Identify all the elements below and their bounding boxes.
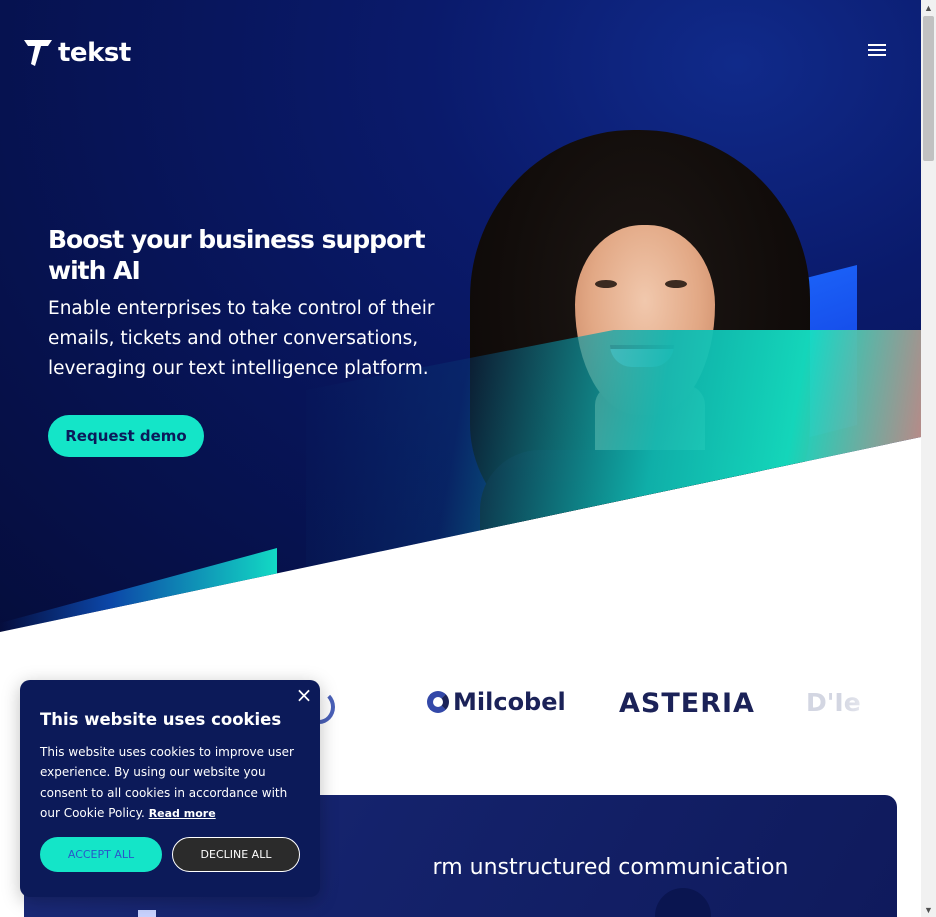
- close-icon[interactable]: ×: [295, 685, 313, 705]
- platform-chart-icon: [655, 888, 711, 917]
- hamburger-menu-icon[interactable]: [868, 44, 886, 58]
- client-logo-label: ASTERIA: [619, 688, 755, 719]
- brand-logo[interactable]: tekst: [24, 38, 131, 68]
- scrollbar-thumb[interactable]: [923, 16, 934, 161]
- client-logo-milcobel: Milcobel: [427, 688, 566, 716]
- client-logo-label: Milcobel: [453, 688, 566, 716]
- hero-subtitle: Enable enterprises to take control of th…: [48, 298, 435, 379]
- scroll-down-arrow-icon[interactable]: ▼: [921, 902, 936, 917]
- request-demo-button[interactable]: Request demo: [48, 415, 204, 457]
- page: tekst Boost your business support with A…: [0, 0, 921, 917]
- accept-all-button[interactable]: ACCEPT ALL: [40, 837, 162, 872]
- brand-logo-text: tekst: [58, 38, 131, 68]
- menu-line: [868, 54, 886, 56]
- client-logo-asteria: ASTERIA: [619, 688, 755, 719]
- milcobel-swirl-icon: [427, 691, 449, 713]
- portrait-eye-left: [595, 280, 617, 288]
- portrait-eye-right: [665, 280, 687, 288]
- cookie-consent-banner: × This website uses cookies This website…: [20, 680, 320, 897]
- hero-decoration-bottom-stripe: [0, 548, 277, 632]
- vertical-scrollbar[interactable]: ▲ ▼: [921, 0, 936, 917]
- decline-all-button[interactable]: DECLINE ALL: [172, 837, 300, 872]
- read-more-link[interactable]: Read more: [149, 807, 216, 820]
- hero-title: Boost your business support with AI: [48, 225, 426, 285]
- cookie-banner-title: This website uses cookies: [40, 710, 282, 729]
- cookie-banner-text: This website uses cookies to improve use…: [40, 742, 305, 825]
- logos-fade-overlay: [840, 680, 920, 740]
- tekst-logo-icon: [24, 40, 52, 66]
- platform-decoration-square: [138, 910, 156, 917]
- menu-line: [868, 49, 886, 51]
- hero-section: tekst Boost your business support with A…: [0, 0, 921, 632]
- menu-line: [868, 44, 886, 46]
- platform-title-text: rm unstructured communication: [432, 855, 789, 880]
- scroll-up-arrow-icon[interactable]: ▲: [921, 0, 936, 15]
